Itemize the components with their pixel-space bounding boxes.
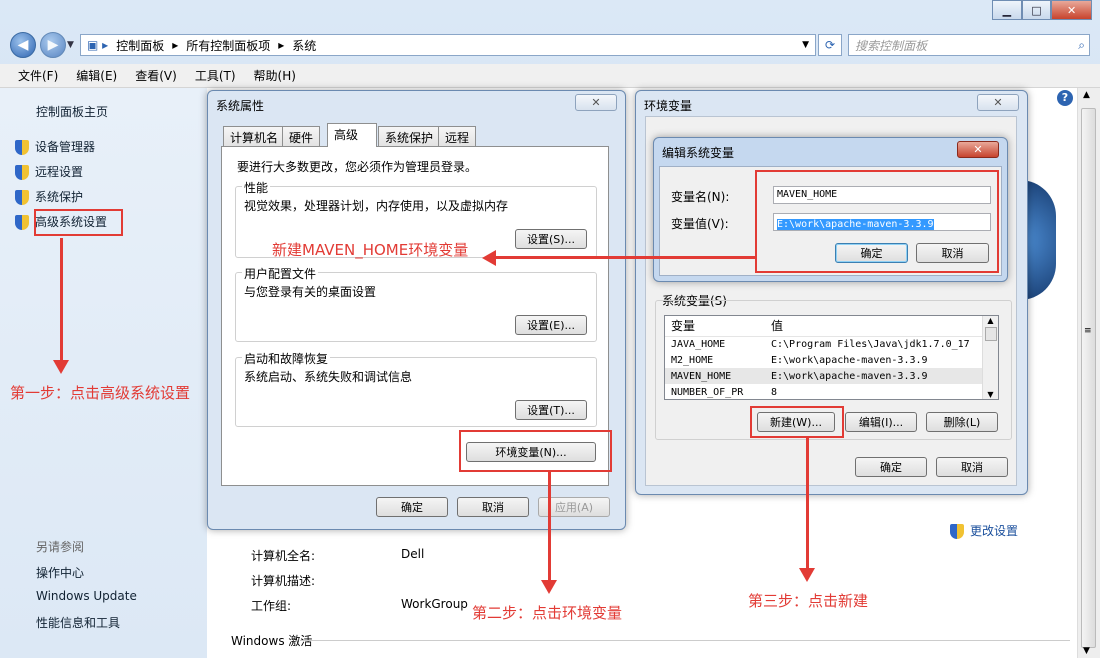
startup-recovery-settings-button[interactable]: 设置(T)... [515, 400, 587, 420]
user-profiles-description: 与您登录有关的桌面设置 [244, 285, 377, 299]
system-variables-list[interactable]: 变量 值 JAVA_HOME C:\Program Files\Java\jdk1… [664, 315, 999, 400]
tab-hardware[interactable]: 硬件 [282, 126, 321, 146]
shield-icon [15, 165, 29, 180]
startup-recovery-description: 系统启动、系统失败和调试信息 [244, 370, 413, 384]
highlight-new-button [750, 406, 844, 438]
list-scrollbar[interactable]: ▲ ▼ [982, 316, 998, 399]
help-icon[interactable]: ? [1057, 90, 1073, 106]
shield-icon [15, 140, 29, 155]
computer-description-label: 计算机描述: [251, 574, 316, 588]
system-protection-link[interactable]: 系统保护 [15, 188, 83, 205]
menu-view[interactable]: 查看(V) [135, 67, 177, 84]
arrow-step2 [548, 472, 551, 582]
device-manager-link[interactable]: 设备管理器 [15, 138, 95, 155]
annotation-step3: 第三步：点击新建 [748, 592, 869, 610]
control-panel-home-link[interactable]: 控制面板主页 [36, 103, 108, 120]
tab-advanced[interactable]: 高级 [327, 123, 377, 147]
performance-description: 视觉效果，处理器计划，内存使用，以及虚拟内存 [244, 199, 509, 213]
computer-fullname-label: 计算机全名: [251, 549, 316, 563]
admin-note: 要进行大多数更改，您必须作为管理员登录。 [237, 160, 478, 174]
highlight-edit-fields [755, 170, 999, 273]
annotation-step2: 第二步：点击环境变量 [472, 604, 623, 622]
dialog-title: 编辑系统变量 [662, 146, 735, 160]
workgroup-value: WorkGroup [401, 597, 468, 611]
remote-settings-link[interactable]: 远程设置 [15, 163, 83, 180]
annotation-step1: 第一步：点击高级系统设置 [10, 384, 191, 402]
window-controls: ▁ □ ✕ [992, 0, 1092, 20]
breadcrumb-system[interactable]: 系统 [292, 37, 316, 54]
annotation-new-variable: 新建MAVEN_HOME环境变量 [272, 241, 469, 259]
tab-remote[interactable]: 远程 [438, 126, 477, 146]
highlight-env-button [459, 430, 612, 472]
breadcrumb-control-panel[interactable]: 控制面板 [116, 37, 164, 54]
environment-ok-button[interactable]: 确定 [855, 457, 927, 477]
menu-file[interactable]: 文件(F) [18, 67, 58, 84]
see-also-title: 另请参阅 [36, 540, 85, 554]
history-dropdown-icon[interactable]: ▼ [67, 40, 74, 50]
address-bar[interactable]: ▣ ▸ 控制面板 ▸ 所有控制面板项 ▸ 系统 ▼ [80, 34, 816, 56]
performance-title: 性能 [242, 179, 271, 196]
dialog-title: 系统属性 [216, 99, 265, 113]
table-row[interactable]: NUMBER_OF_PR 8 [665, 384, 998, 399]
content-scrollbar[interactable]: ▲ ≡ ▼ [1077, 88, 1100, 658]
variable-name-label: 变量名(N): [671, 190, 730, 204]
refresh-icon[interactable]: ⟳ [818, 34, 842, 56]
computer-fullname-value: Dell [401, 547, 425, 561]
close-icon[interactable]: ✕ [575, 94, 617, 111]
edit-variable-button[interactable]: 编辑(I)... [845, 412, 917, 432]
shield-icon [15, 215, 29, 230]
minimize-icon[interactable]: ▁ [992, 0, 1022, 20]
close-icon[interactable]: ✕ [1051, 0, 1092, 20]
table-row[interactable]: JAVA_HOME C:\Program Files\Java\jdk1.7.0_… [665, 336, 998, 352]
search-icon: ⌕ [1078, 37, 1085, 52]
shield-icon [15, 190, 29, 205]
forward-icon[interactable]: ▶ [40, 32, 66, 58]
arrow-step1 [60, 238, 63, 362]
close-icon[interactable]: ✕ [957, 141, 999, 158]
system-properties-ok-button[interactable]: 确定 [376, 497, 448, 517]
control-panel-icon: ▣ ▸ [87, 38, 109, 52]
arrow-step3 [806, 438, 809, 570]
column-header-value[interactable]: 值 [765, 316, 998, 336]
back-icon[interactable]: ◀ [10, 32, 36, 58]
highlight-advanced-settings [34, 209, 123, 236]
column-header-variable[interactable]: 变量 [665, 316, 765, 336]
dialog-title: 环境变量 [644, 99, 693, 113]
user-profiles-title: 用户配置文件 [242, 265, 319, 282]
maximize-icon[interactable]: □ [1021, 0, 1052, 20]
table-row[interactable]: M2_HOME E:\work\apache-maven-3.3.9 [665, 352, 998, 368]
shield-icon [950, 524, 964, 539]
search-placeholder: 搜索控制面板 [855, 38, 928, 53]
menu-edit[interactable]: 编辑(E) [76, 67, 117, 84]
user-profiles-settings-button[interactable]: 设置(E)... [515, 315, 587, 335]
menu-help[interactable]: 帮助(H) [254, 67, 296, 84]
performance-tools-link[interactable]: 性能信息和工具 [36, 614, 120, 631]
arrow-new-variable [496, 256, 755, 259]
close-icon[interactable]: ✕ [977, 94, 1019, 111]
workgroup-label: 工作组: [251, 599, 292, 613]
variable-value-label: 变量值(V): [671, 217, 729, 231]
breadcrumb-all-items[interactable]: 所有控制面板项 [186, 37, 270, 54]
windows-update-link[interactable]: Windows Update [36, 589, 137, 603]
performance-settings-button[interactable]: 设置(S)... [515, 229, 587, 249]
change-settings-link[interactable]: 更改设置 [950, 522, 1018, 539]
action-center-link[interactable]: 操作中心 [36, 564, 84, 581]
menu-tools[interactable]: 工具(T) [195, 67, 236, 84]
environment-cancel-button[interactable]: 取消 [936, 457, 1008, 477]
search-input[interactable]: 搜索控制面板 ⌕ [848, 34, 1090, 56]
startup-recovery-title: 启动和故障恢复 [242, 350, 331, 367]
tab-system-protection[interactable]: 系统保护 [378, 126, 441, 146]
system-properties-cancel-button[interactable]: 取消 [457, 497, 529, 517]
table-row[interactable]: MAVEN_HOME E:\work\apache-maven-3.3.9 [665, 368, 998, 384]
tab-computer-name[interactable]: 计算机名 [223, 126, 286, 146]
address-dropdown-icon[interactable]: ▼ [802, 40, 809, 50]
delete-variable-button[interactable]: 删除(L) [926, 412, 998, 432]
menu-bar: 文件(F) 编辑(E) 查看(V) 工具(T) 帮助(H) [0, 64, 1100, 88]
